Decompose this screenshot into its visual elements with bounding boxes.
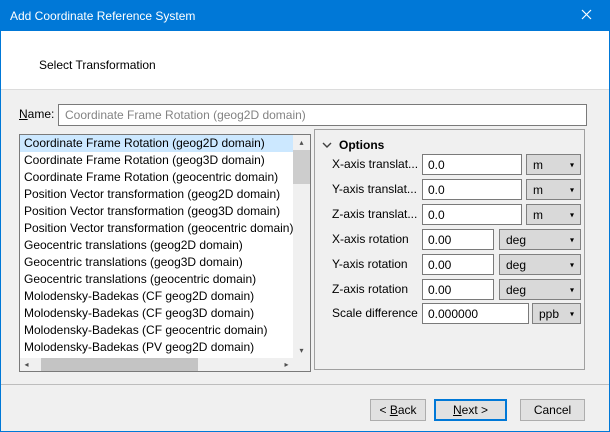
options-title: Options [339,138,384,152]
y-translation-row: Y-axis translat... m ▾ [315,179,584,200]
list-item[interactable]: Geocentric translations (geog3D domain) [20,254,293,271]
y-translation-unit-select[interactable]: m ▾ [526,179,581,200]
transformation-list-items: Coordinate Frame Rotation (geog2D domain… [20,135,293,358]
y-translation-input[interactable] [422,179,522,200]
y-rotation-input[interactable] [422,254,494,275]
unit-value: deg [506,283,526,297]
x-translation-label: X-axis translat... [332,157,418,171]
list-item[interactable]: Coordinate Frame Rotation (geog2D domain… [20,135,293,152]
z-rotation-input[interactable] [422,279,494,300]
cancel-button[interactable]: Cancel [520,399,585,421]
scroll-up-icon[interactable]: ▴ [293,135,310,150]
z-translation-input[interactable] [422,204,522,225]
vertical-scrollbar[interactable]: ▴ ▾ [293,135,310,358]
chevron-down-icon: ▾ [570,185,574,194]
z-rotation-unit-select[interactable]: deg ▾ [499,279,581,300]
z-rotation-row: Z-axis rotation deg ▾ [315,279,584,300]
scale-difference-row: Scale difference ppb ▾ [315,303,584,324]
unit-value: ppb [539,307,559,321]
list-item[interactable]: Coordinate Frame Rotation (geog3D domain… [20,152,293,169]
transformation-list: Coordinate Frame Rotation (geog2D domain… [19,134,311,372]
close-button[interactable] [564,1,609,31]
scrollbar-corner [293,358,310,371]
list-item[interactable]: Molodensky-Badekas (PV geog2D domain) [20,339,293,356]
page-title: Select Transformation [39,58,156,72]
close-icon [581,9,592,23]
scale-difference-unit-select[interactable]: ppb ▾ [532,303,581,324]
horizontal-scroll-thumb[interactable] [41,358,198,371]
scale-difference-label: Scale difference [332,306,418,320]
horizontal-scrollbar[interactable]: ◂ ▸ [20,358,293,371]
unit-value: m [533,183,543,197]
unit-value: deg [506,258,526,272]
chevron-down-icon: ▾ [570,235,574,244]
chevron-down-icon [315,142,339,148]
wizard-header: Select Transformation [1,31,609,90]
name-label: Name: [19,107,54,121]
list-item[interactable]: Geocentric translations (geocentric doma… [20,271,293,288]
chevron-down-icon: ▾ [570,260,574,269]
scroll-right-icon[interactable]: ▸ [280,358,293,371]
y-rotation-unit-select[interactable]: deg ▾ [499,254,581,275]
list-item[interactable]: Molodensky-Badekas (CF geog2D domain) [20,288,293,305]
x-rotation-label: X-axis rotation [332,232,409,246]
x-translation-unit-select[interactable]: m ▾ [526,154,581,175]
x-translation-row: X-axis translat... m ▾ [315,154,584,175]
titlebar: Add Coordinate Reference System [1,1,609,31]
x-rotation-input[interactable] [422,229,494,250]
list-item[interactable]: Coordinate Frame Rotation (geocentric do… [20,169,293,186]
list-item[interactable]: Position Vector transformation (geog2D d… [20,186,293,203]
scale-difference-input[interactable] [422,303,529,324]
window-title: Add Coordinate Reference System [1,9,564,23]
z-rotation-label: Z-axis rotation [332,282,408,296]
button-separator [1,384,609,385]
y-translation-label: Y-axis translat... [332,182,417,196]
add-crs-dialog: Add Coordinate Reference System Select T… [0,0,610,432]
name-input[interactable] [58,104,587,126]
y-rotation-row: Y-axis rotation deg ▾ [315,254,584,275]
x-rotation-unit-select[interactable]: deg ▾ [499,229,581,250]
unit-value: deg [506,233,526,247]
x-translation-input[interactable] [422,154,522,175]
next-button[interactable]: Next > [434,399,507,421]
list-item[interactable]: Position Vector transformation (geog3D d… [20,203,293,220]
z-translation-row: Z-axis translat... m ▾ [315,204,584,225]
back-button[interactable]: < Back [370,399,426,421]
vertical-scroll-thumb[interactable] [293,150,310,184]
unit-value: m [533,158,543,172]
y-rotation-label: Y-axis rotation [332,257,408,271]
options-header[interactable]: Options [315,136,384,154]
z-translation-unit-select[interactable]: m ▾ [526,204,581,225]
chevron-down-icon: ▾ [570,309,574,318]
options-panel: Options X-axis translat... m ▾ Y-axis tr… [314,129,585,370]
x-rotation-row: X-axis rotation deg ▾ [315,229,584,250]
list-item[interactable]: Molodensky-Badekas (CF geog3D domain) [20,305,293,322]
dialog-body: Name: Coordinate Frame Rotation (geog2D … [1,91,609,431]
list-item[interactable]: Position Vector transformation (geocentr… [20,220,293,237]
z-translation-label: Z-axis translat... [332,207,417,221]
scroll-left-icon[interactable]: ◂ [20,358,33,371]
unit-value: m [533,208,543,222]
chevron-down-icon: ▾ [570,285,574,294]
list-item[interactable]: Molodensky-Badekas (CF geocentric domain… [20,322,293,339]
chevron-down-icon: ▾ [570,160,574,169]
chevron-down-icon: ▾ [570,210,574,219]
list-item[interactable]: Geocentric translations (geog2D domain) [20,237,293,254]
scroll-down-icon[interactable]: ▾ [293,343,310,358]
